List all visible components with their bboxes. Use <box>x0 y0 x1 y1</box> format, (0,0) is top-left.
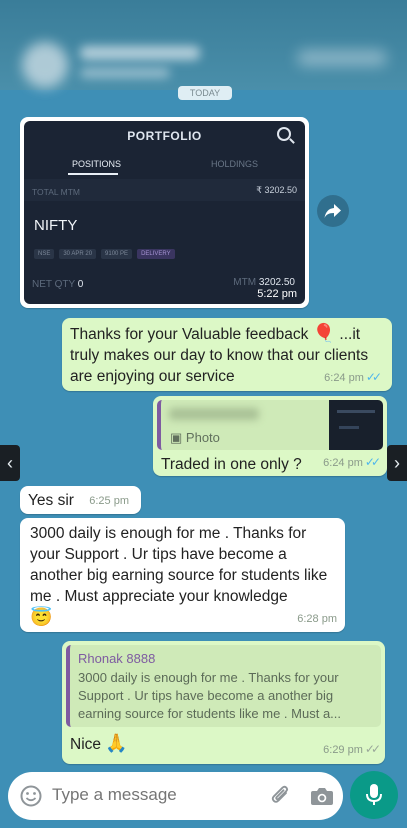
message-time: 6:24 pm <box>323 457 363 469</box>
message-time: 6:28 pm <box>297 613 337 625</box>
quoted-sender <box>169 408 259 420</box>
incoming-message[interactable]: Yes sir 6:25 pm <box>20 486 141 514</box>
quoted-text: 3000 daily is enough for me . Thanks for… <box>78 670 342 721</box>
portfolio-title: PORTFOLIO <box>127 129 202 143</box>
quoted-message[interactable]: Rhonak 8888 3000 daily is enough for me … <box>66 645 381 727</box>
contact-name <box>80 46 200 60</box>
search-icon <box>277 127 291 141</box>
chat-header[interactable] <box>0 0 407 90</box>
message-meta: 6:29 pm ✓✓ <box>323 740 381 758</box>
folded-hands-emoji: 🙏 <box>105 733 128 753</box>
photo-label-text: Photo <box>185 430 220 445</box>
tag-strike: 9100 PE <box>101 249 133 259</box>
previous-arrow-icon[interactable]: ‹ <box>0 445 20 481</box>
message-meta: 6:28 pm <box>297 609 337 627</box>
position-mtm-value: 3202.50 <box>258 277 295 288</box>
next-arrow-icon[interactable]: › <box>387 445 407 481</box>
date-chip: TODAY <box>178 86 232 100</box>
tab-positions: POSITIONS <box>72 159 122 169</box>
message-text-part: Thanks for your Valuable feedback <box>70 326 309 343</box>
outgoing-reply-message[interactable]: Rhonak 8888 3000 daily is enough for me … <box>62 641 385 764</box>
forward-button[interactable] <box>317 195 349 227</box>
mic-icon <box>366 784 382 805</box>
net-qty: NET QTY 0 <box>32 279 83 290</box>
message-meta: 6:24 pm ✓✓ <box>324 368 382 386</box>
quoted-sender: Rhonak 8888 <box>78 651 156 666</box>
message-text-part: 3000 daily is enough for me . Thanks for… <box>30 525 328 605</box>
quoted-photo-label: ▣ Photo <box>170 430 220 446</box>
attach-icon[interactable] <box>270 784 292 808</box>
total-mtm-value: ₹ 3202.50 <box>256 185 297 195</box>
delivered-ticks-icon: ✓✓ <box>364 742 381 756</box>
message-time: 6:25 pm <box>89 495 129 507</box>
message-time: 6:29 pm <box>323 744 363 756</box>
tag-product: DELIVERY <box>137 249 175 259</box>
smiling-halo-emoji: 😇 <box>30 607 53 627</box>
quoted-photo[interactable]: ▣ Photo <box>157 400 383 450</box>
photo-icon: ▣ <box>170 430 183 445</box>
position-symbol: NIFTY <box>34 217 78 234</box>
message-text: 3000 daily is enough for me . Thanks for… <box>30 523 335 629</box>
message-text: Nice 🙏 <box>70 733 128 755</box>
camera-icon[interactable] <box>310 786 334 806</box>
incoming-message[interactable]: 3000 daily is enough for me . Thanks for… <box>20 518 345 632</box>
read-ticks-icon: ✓✓ <box>364 455 381 469</box>
message-time: 6:24 pm <box>324 372 364 384</box>
net-qty-label: NET QTY <box>32 279 75 290</box>
tag-exchange: NSE <box>34 249 55 259</box>
contact-avatar[interactable] <box>22 42 68 88</box>
quoted-photo-thumbnail <box>329 400 383 450</box>
position-mtm: MTM 3202.50 <box>233 277 295 288</box>
tab-holdings: HOLDINGS <box>211 159 259 169</box>
balloon-emoji: 🎈 <box>312 323 336 343</box>
net-qty-value: 0 <box>77 279 84 290</box>
tab-underline <box>68 173 118 175</box>
header-actions[interactable] <box>297 50 387 66</box>
outgoing-reply-message[interactable]: ▣ Photo Traded in one only ? 6:24 pm ✓✓ <box>153 396 387 476</box>
message-input-bar <box>8 772 343 820</box>
mic-button[interactable] <box>350 771 398 819</box>
total-mtm-label: TOTAL MTM <box>32 187 81 197</box>
message-text: Traded in one only ? <box>161 456 302 473</box>
message-meta: 6:25 pm <box>89 491 129 509</box>
read-ticks-icon: ✓✓ <box>365 370 382 384</box>
message-input[interactable] <box>52 785 222 805</box>
tag-expiry: 30 APR 20 <box>59 249 97 259</box>
portfolio-screenshot[interactable]: PORTFOLIO POSITIONS HOLDINGS TOTAL MTM ₹… <box>24 121 305 304</box>
contact-status <box>80 68 170 78</box>
forward-icon <box>324 204 341 218</box>
message-meta: 6:24 pm ✓✓ <box>323 453 381 471</box>
message-text-part: Nice <box>70 736 102 753</box>
emoji-icon[interactable] <box>20 785 42 807</box>
position-tags: NSE 30 APR 20 9100 PE DELIVERY <box>34 249 175 259</box>
outgoing-message[interactable]: Thanks for your Valuable feedback 🎈 ...i… <box>62 318 392 391</box>
image-message[interactable]: PORTFOLIO POSITIONS HOLDINGS TOTAL MTM ₹… <box>20 117 309 308</box>
position-mtm-label: MTM <box>233 277 257 288</box>
message-time: 5:22 pm <box>257 288 297 300</box>
